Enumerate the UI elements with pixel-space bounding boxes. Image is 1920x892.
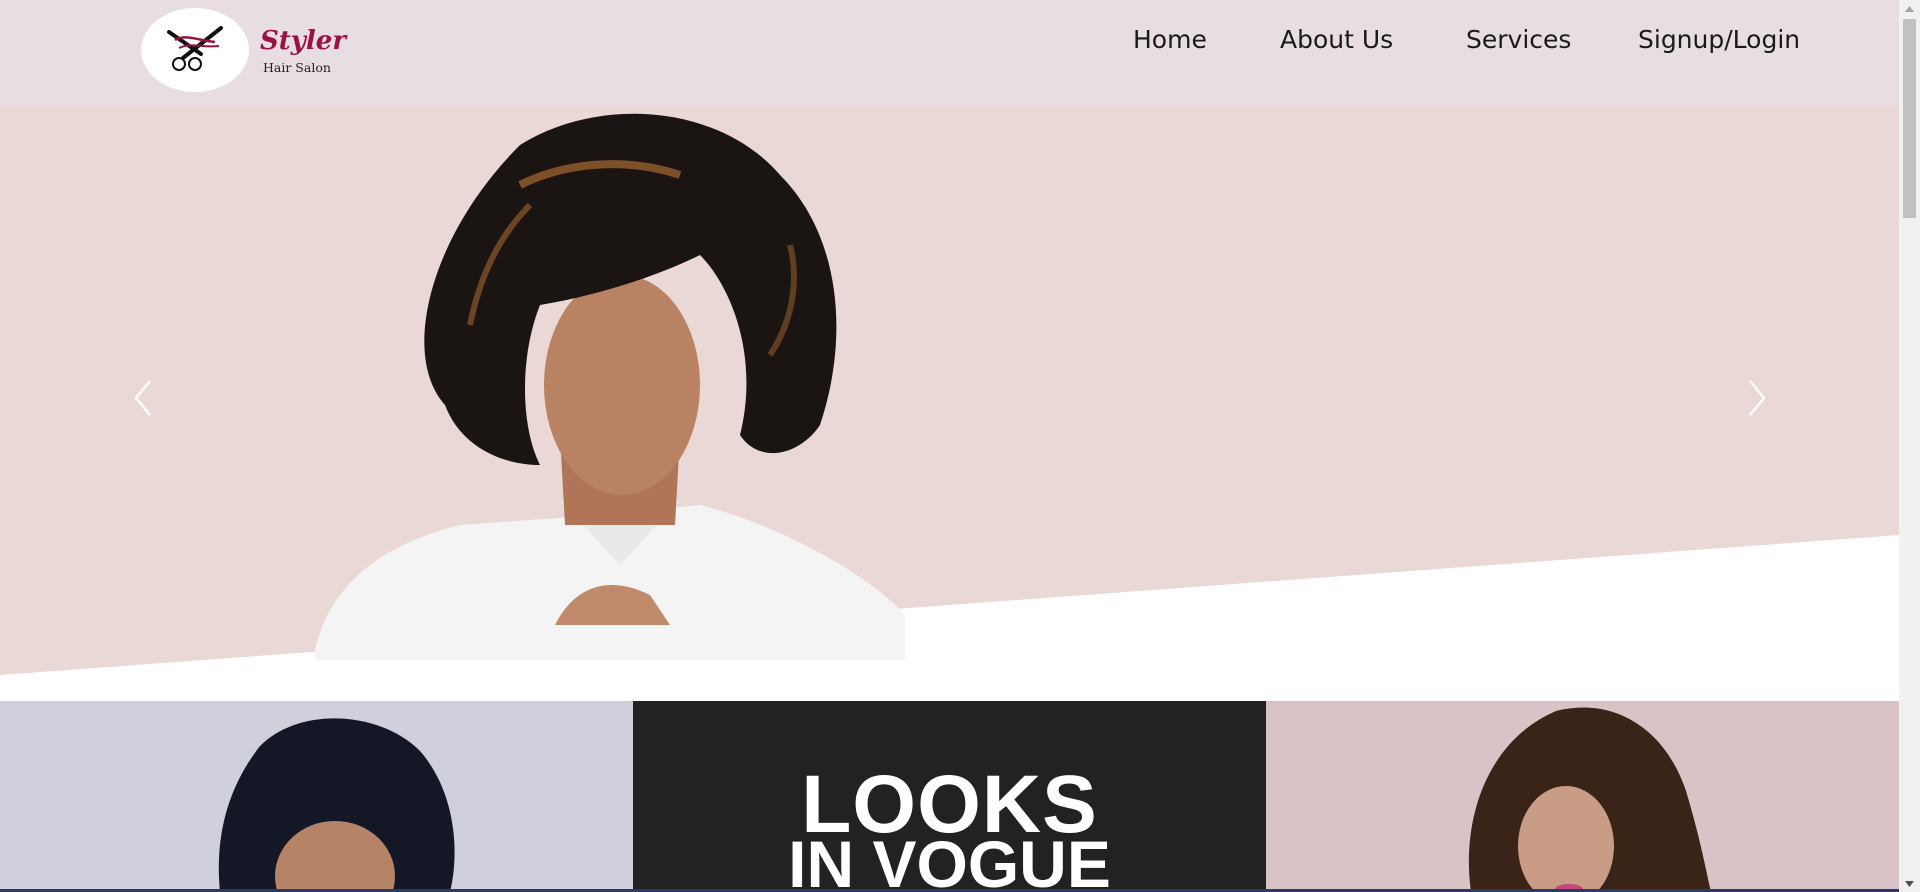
scroll-up-arrow[interactable] [1899,0,1920,17]
vertical-scrollbar[interactable] [1899,0,1920,892]
carousel-next-button[interactable] [1742,373,1772,423]
scroll-thumb[interactable] [1903,19,1916,218]
curly-hair-woman-image [1468,707,1711,892]
chevron-left-icon [134,380,151,416]
vogue-title-line-2: IN VOGUE [788,827,1111,892]
brand-name: Styler [260,26,347,56]
triangle-down-icon [1905,880,1914,887]
scissors-icon [167,26,223,71]
brand-subtitle: Hair Salon [263,60,331,75]
chevron-right-icon [1749,380,1766,416]
tile-curly-hair-man[interactable] [0,701,633,892]
triangle-up-icon [1905,5,1914,12]
nav-link-home[interactable]: Home [1133,25,1207,54]
brand-logo-link[interactable]: Styler Hair Salon [141,8,346,94]
top-navbar: Styler Hair Salon Home About Us Services… [0,0,1899,105]
nav-link-signup-login[interactable]: Signup/Login [1638,25,1800,54]
tile-curly-hair-woman[interactable] [1266,701,1899,892]
carousel-prev-button[interactable] [128,373,158,423]
feature-tiles: LOOKS IN VOGUE [0,701,1899,892]
hero-slide-image [0,105,1899,675]
hero-carousel [0,105,1899,701]
tile-looks-in-vogue[interactable]: LOOKS IN VOGUE [633,701,1266,892]
curly-hair-man-image [218,718,455,892]
nav-link-about-us[interactable]: About Us [1280,25,1393,54]
logo-emblem [141,8,249,92]
nav-link-services[interactable]: Services [1466,25,1571,54]
scroll-down-arrow[interactable] [1899,875,1920,892]
